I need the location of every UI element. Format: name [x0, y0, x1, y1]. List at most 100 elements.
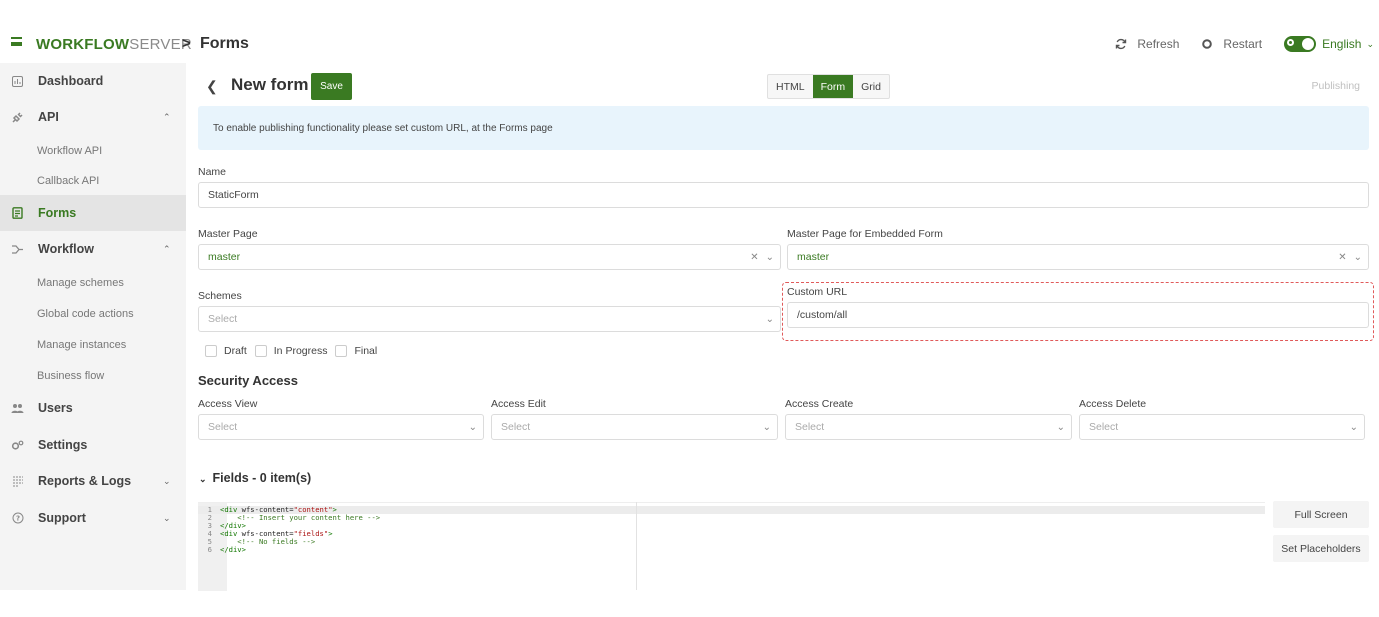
language-selector[interactable]: English ⌄ [1322, 37, 1374, 51]
language-label: English [1322, 37, 1362, 51]
tab-grid[interactable]: Grid [853, 75, 889, 98]
back-chevron-icon[interactable]: ❮ [206, 78, 218, 95]
access-delete-select[interactable]: Select ⌄ [1079, 414, 1365, 440]
name-label: Name [198, 166, 227, 178]
master-embedded-select[interactable]: master ✕ ⌄ [787, 244, 1369, 270]
forms-icon [11, 207, 24, 220]
status-checkboxes: Draft In Progress Final [205, 345, 385, 357]
draft-label: Draft [224, 345, 247, 357]
access-view-placeholder: Select [208, 421, 238, 433]
sidebar-item-api[interactable]: API ⌃ [0, 99, 186, 135]
name-input[interactable]: StaticForm [198, 182, 1369, 208]
fields-section-header[interactable]: ⌄ Fields - 0 item(s) [199, 471, 311, 485]
access-create-label: Access Create [785, 398, 854, 410]
select-controls: ✕ ⌄ [1338, 245, 1362, 269]
sidebar-item-reports-logs[interactable]: Reports & Logs ⌄ [0, 463, 186, 499]
code-token: > [328, 529, 333, 538]
master-embedded-value: master [797, 251, 830, 263]
set-placeholders-button[interactable]: Set Placeholders [1273, 535, 1369, 562]
master-page-value: master [208, 251, 241, 263]
chevron-down-icon: ⌄ [199, 474, 207, 484]
sidebar-item-label: Dashboard [38, 74, 104, 88]
chevron-down-icon: ⌄ [1366, 38, 1374, 49]
brand-strong: WORKFLOW [36, 36, 130, 53]
sidebar-subitem-manage-instances[interactable]: Manage instances [37, 339, 126, 351]
master-embedded-label: Master Page for Embedded Form [787, 228, 943, 240]
access-edit-label: Access Edit [491, 398, 546, 410]
plug-icon [11, 111, 24, 124]
clear-icon[interactable]: ✕ [750, 252, 758, 263]
sidebar-item-settings[interactable]: Settings [0, 427, 186, 463]
code-line: 6 </div> [198, 546, 246, 554]
svg-text:?: ? [15, 515, 19, 523]
code-editor[interactable]: 1 <div wfs-content="content"> 2 <!-- Inser… [198, 502, 1265, 591]
sidebar-subitem-business-flow[interactable]: Business flow [37, 370, 104, 382]
access-create-placeholder: Select [795, 421, 825, 433]
brand-logo[interactable]: WORKFLOWSERVER [36, 36, 192, 53]
refresh-button[interactable]: Refresh [1115, 37, 1179, 51]
breadcrumb-separator: > [182, 35, 191, 52]
chevron-down-icon[interactable]: ⌄ [766, 314, 774, 325]
theme-toggle-switch[interactable] [1284, 36, 1317, 52]
sidebar-subitem-workflow-api[interactable]: Workflow API [37, 145, 102, 157]
sidebar-item-dashboard[interactable]: Dashboard [0, 63, 186, 99]
select-controls: ⌄ [1350, 415, 1358, 439]
save-button[interactable]: Save [311, 73, 352, 100]
custom-url-input[interactable]: /custom/all [787, 302, 1369, 328]
chevron-down-icon[interactable]: ⌄ [1057, 422, 1065, 433]
hamburger-menu-icon[interactable] [11, 37, 22, 46]
reports-icon [11, 475, 24, 488]
breadcrumb-current: Forms [200, 35, 249, 52]
tab-html[interactable]: HTML [768, 75, 813, 98]
sidebar-item-forms[interactable]: Forms [0, 195, 186, 231]
restart-label: Restart [1223, 37, 1263, 51]
settings-icon [11, 439, 24, 452]
select-controls: ✕ ⌄ [750, 245, 774, 269]
sidebar-item-support[interactable]: ? Support ⌄ [0, 500, 186, 536]
select-controls: ⌄ [763, 415, 771, 439]
workflow-icon [11, 243, 24, 256]
sidebar-item-workflow[interactable]: Workflow ⌃ [0, 231, 186, 267]
dashboard-icon [11, 75, 24, 88]
schemes-select[interactable]: Select ⌄ [198, 306, 781, 332]
refresh-icon [1115, 38, 1127, 50]
chevron-down-icon[interactable]: ⌄ [1354, 252, 1362, 263]
sidebar-subitem-global-code-actions[interactable]: Global code actions [37, 308, 134, 320]
sidebar-subitem-manage-schemes[interactable]: Manage schemes [37, 277, 124, 289]
top-bar: WORKFLOWSERVER > Forms Refresh Restart E… [0, 25, 1379, 63]
support-icon: ? [11, 512, 24, 525]
tab-form[interactable]: Form [812, 75, 854, 98]
users-icon [11, 402, 24, 415]
publishing-button[interactable]: Publishing [1312, 80, 1360, 92]
chevron-down-icon[interactable]: ⌄ [1350, 422, 1358, 433]
restart-icon [1201, 38, 1213, 50]
name-value: StaticForm [208, 189, 259, 201]
chevron-down-icon[interactable]: ⌄ [469, 422, 477, 433]
schemes-label: Schemes [198, 290, 242, 302]
draft-checkbox[interactable] [205, 345, 217, 357]
access-view-select[interactable]: Select ⌄ [198, 414, 484, 440]
chevron-down-icon[interactable]: ⌄ [766, 252, 774, 263]
in-progress-checkbox[interactable] [254, 345, 267, 357]
sidebar-item-users[interactable]: Users [0, 390, 186, 426]
in-progress-label: In Progress [273, 345, 328, 357]
access-edit-select[interactable]: Select ⌄ [491, 414, 778, 440]
language-toggle[interactable]: English ⌄ [1284, 36, 1374, 52]
full-screen-button[interactable]: Full Screen [1273, 501, 1369, 528]
clear-icon[interactable]: ✕ [1338, 252, 1346, 263]
sidebar-item-label: Support [38, 511, 86, 525]
master-page-label: Master Page [198, 228, 258, 240]
chevron-down-icon[interactable]: ⌄ [763, 422, 771, 433]
schemes-placeholder: Select [208, 313, 238, 325]
chevron-up-icon: ⌃ [163, 243, 171, 254]
master-page-select[interactable]: master ✕ ⌄ [198, 244, 781, 270]
access-view-label: Access View [198, 398, 258, 410]
chevron-up-icon: ⌃ [163, 111, 171, 122]
code-line: 5 <!-- No fields --> [198, 538, 316, 546]
access-create-select[interactable]: Select ⌄ [785, 414, 1072, 440]
sidebar-subitem-callback-api[interactable]: Callback API [37, 175, 99, 187]
info-banner: To enable publishing functionality pleas… [198, 106, 1369, 150]
final-checkbox[interactable] [335, 345, 348, 357]
restart-button[interactable]: Restart [1201, 37, 1262, 51]
access-delete-placeholder: Select [1089, 421, 1119, 433]
